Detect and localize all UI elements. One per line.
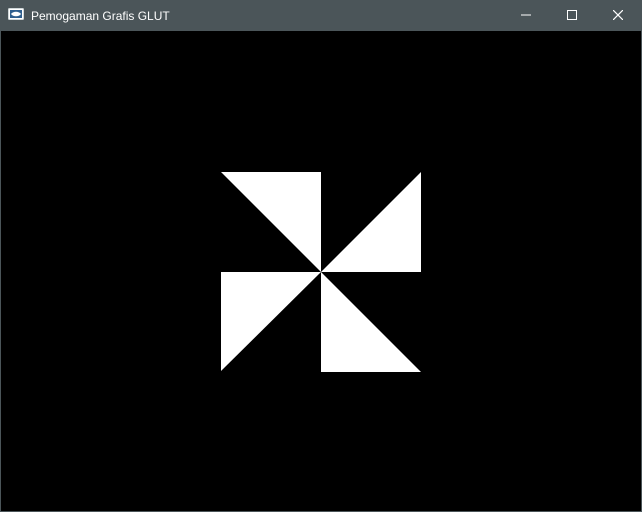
maximize-icon — [567, 7, 577, 25]
pinwheel-drawing — [221, 172, 421, 372]
maximize-button[interactable] — [549, 1, 595, 31]
title-bar[interactable]: Pemogaman Grafis GLUT — [1, 1, 641, 31]
pinwheel-blade-bottom-right — [321, 272, 421, 372]
glut-app-icon[interactable] — [1, 7, 31, 25]
pinwheel-blade-bottom-left — [221, 272, 321, 371]
pinwheel-blade-top-right — [321, 172, 421, 272]
minimize-button[interactable] — [503, 1, 549, 31]
glut-window: Pemogaman Grafis GLUT — [0, 0, 642, 512]
pinwheel-blade-top-left — [221, 172, 321, 272]
minimize-icon — [521, 7, 531, 25]
window-controls — [503, 1, 641, 31]
window-title: Pemogaman Grafis GLUT — [31, 9, 170, 23]
close-button[interactable] — [595, 1, 641, 31]
opengl-canvas[interactable] — [1, 31, 641, 511]
close-icon — [612, 7, 624, 25]
